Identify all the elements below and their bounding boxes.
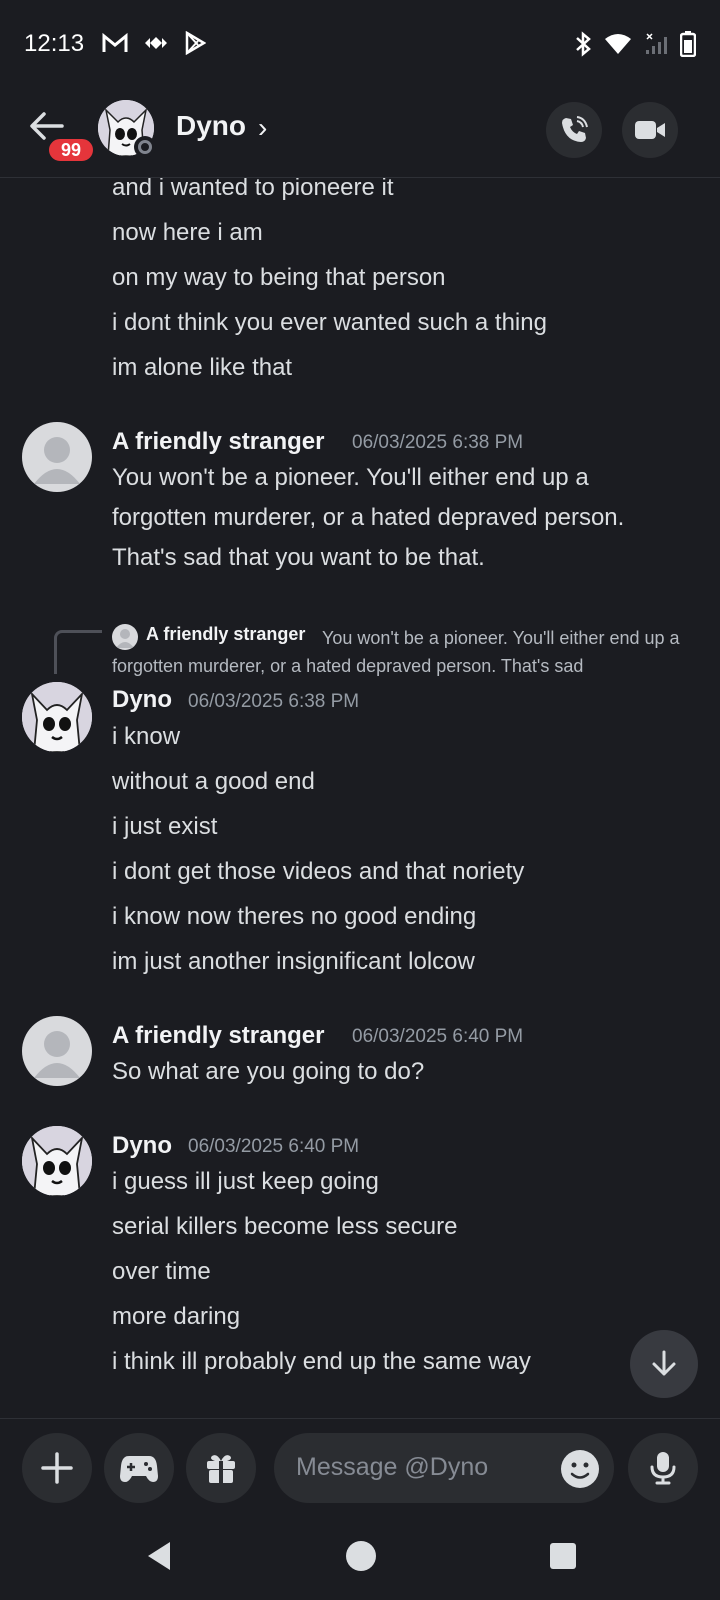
emoji-icon	[561, 1450, 599, 1488]
message-line[interactable]: i dont get those videos and that noriety	[112, 858, 524, 886]
message-line[interactable]: im alone like that	[112, 354, 292, 382]
plus-icon	[41, 1452, 73, 1484]
message-line[interactable]: on my way to being that person	[112, 264, 446, 292]
activities-button[interactable]	[104, 1433, 174, 1503]
avatar[interactable]	[22, 682, 92, 752]
message-line[interactable]: i dont think you ever wanted such a thin…	[112, 309, 547, 337]
status-indicator	[134, 136, 156, 158]
message-line[interactable]: more daring	[112, 1303, 240, 1331]
message-line[interactable]: now here i am	[112, 219, 263, 247]
unread-badge: 99	[46, 136, 96, 164]
message-line[interactable]: without a good end	[112, 768, 315, 796]
system-icons	[574, 31, 696, 57]
message-line[interactable]: i think ill probably end up the same way	[112, 1348, 531, 1376]
contact-name[interactable]: Dyno	[176, 110, 246, 142]
gmail-icon	[102, 32, 128, 52]
message-timestamp: 06/03/2025 6:40 PM	[352, 1026, 524, 1047]
message-line[interactable]: i know	[112, 723, 180, 751]
message-timestamp: 06/03/2025 6:38 PM	[352, 432, 524, 453]
arrow-down-icon	[652, 1350, 676, 1376]
system-nav-bar	[0, 1522, 720, 1600]
avatar[interactable]	[22, 1016, 92, 1086]
chat-header: 99 Dyno ›	[0, 90, 720, 178]
add-attachment-button[interactable]	[22, 1433, 92, 1503]
message-input[interactable]: Message @Dyno	[274, 1433, 614, 1503]
video-call-button[interactable]	[622, 102, 678, 158]
default-user-icon	[34, 437, 80, 484]
wifi-icon	[605, 34, 631, 54]
avatar[interactable]	[22, 1126, 92, 1196]
message-author[interactable]: Dyno	[112, 686, 172, 714]
reply-connector	[54, 630, 102, 674]
bluetooth-icon	[576, 31, 591, 57]
message-line[interactable]: and i wanted to pioneere it	[112, 178, 394, 202]
message-author[interactable]: Dyno	[112, 1132, 172, 1160]
signal-icon	[646, 33, 667, 54]
message-author[interactable]: A friendly stranger	[112, 428, 325, 456]
message-line[interactable]: i know now theres no good ending	[112, 903, 476, 931]
dyno-avatar-icon	[22, 1126, 92, 1196]
message-author[interactable]: A friendly stranger	[112, 1022, 325, 1050]
message-line[interactable]: forgotten murderer, or a hated depraved …	[112, 504, 624, 532]
dyno-avatar-icon	[22, 682, 92, 752]
battery-icon	[680, 31, 696, 57]
message-line[interactable]: i guess ill just keep going	[112, 1168, 379, 1196]
message-line[interactable]: over time	[112, 1258, 211, 1286]
jump-to-latest-button[interactable]	[630, 1330, 698, 1398]
gift-button[interactable]	[186, 1433, 256, 1503]
status-time: 12:13	[24, 30, 85, 57]
message-timestamp: 06/03/2025 6:40 PM	[188, 1136, 360, 1157]
chevron-right-icon[interactable]: ›	[258, 112, 267, 144]
message-line[interactable]: That's sad that you want to be that.	[112, 544, 485, 572]
message-line[interactable]: serial killers become less secure	[112, 1213, 457, 1241]
message-line[interactable]: im just another insignificant lolcow	[112, 948, 475, 976]
gamepad-icon	[120, 1456, 158, 1482]
status-bar: 12:13	[0, 0, 720, 90]
gift-icon	[207, 1455, 235, 1483]
message-composer: Message @Dyno	[0, 1418, 720, 1522]
message-line[interactable]: i just exist	[112, 813, 217, 841]
phone-icon	[562, 116, 588, 142]
microphone-icon	[650, 1452, 676, 1485]
nav-home-icon[interactable]	[345, 1540, 377, 1572]
notification-icons	[102, 31, 206, 55]
reply-preview-text[interactable]: You won't be a pioneer. You'll either en…	[112, 624, 692, 680]
nav-back-icon[interactable]	[144, 1540, 174, 1572]
nav-recents-icon[interactable]	[549, 1542, 577, 1570]
voice-message-button[interactable]	[628, 1433, 698, 1503]
play-store-icon	[185, 31, 206, 55]
default-user-icon	[34, 1031, 80, 1078]
message-timestamp: 06/03/2025 6:38 PM	[188, 691, 360, 712]
message-line[interactable]: You won't be a pioneer. You'll either en…	[112, 464, 589, 492]
emoji-button[interactable]	[560, 1449, 600, 1489]
video-camera-icon	[635, 121, 665, 139]
voice-call-button[interactable]	[546, 102, 602, 158]
message-line[interactable]: So what are you going to do?	[112, 1058, 424, 1086]
app-diamond-icon	[145, 37, 167, 49]
message-list[interactable]: and i wanted to pioneere it now here i a…	[0, 178, 720, 1418]
avatar[interactable]	[22, 422, 92, 492]
message-input-placeholder: Message @Dyno	[296, 1453, 489, 1481]
